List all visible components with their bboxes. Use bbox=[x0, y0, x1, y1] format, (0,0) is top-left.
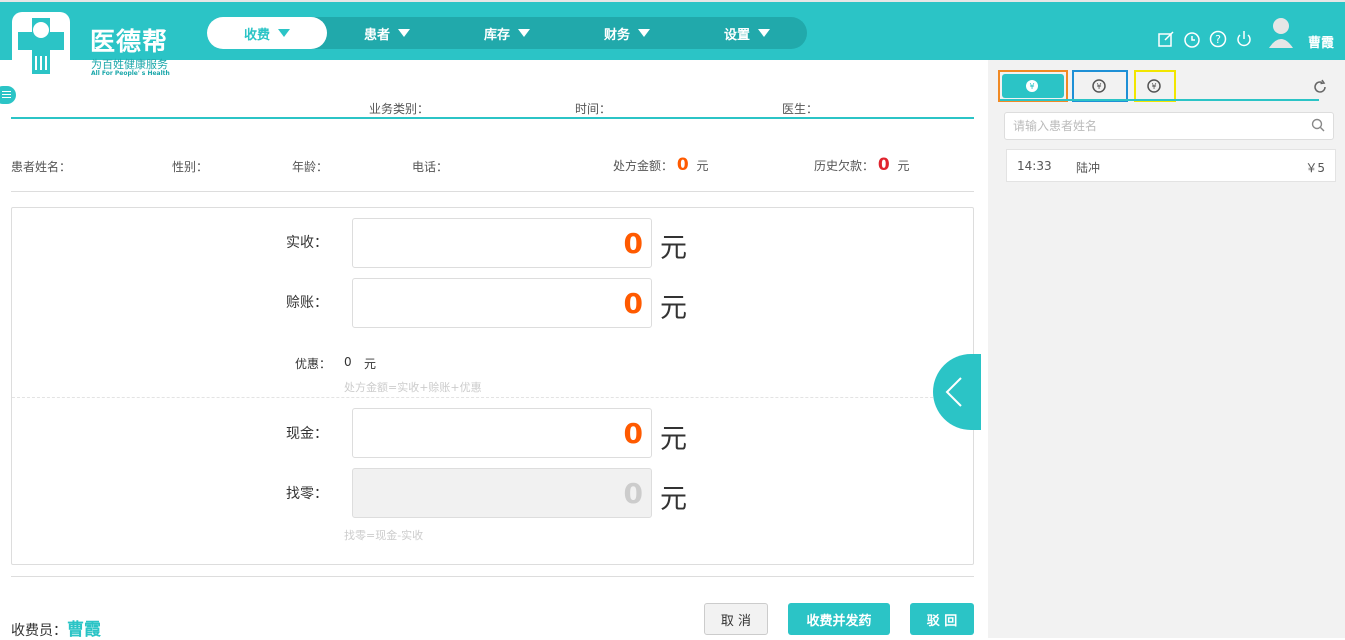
cash-label: 现金： bbox=[286, 426, 328, 442]
rx-amount-value: 0 bbox=[676, 155, 689, 175]
received-label: 实收： bbox=[286, 235, 328, 251]
divider bbox=[11, 117, 974, 119]
refresh-icon[interactable] bbox=[1312, 79, 1328, 95]
yuan-refund-icon: ¥ bbox=[1147, 79, 1161, 93]
charge-dispense-button[interactable]: 收费并发药 bbox=[788, 603, 890, 635]
history-debt: 历史欠款： 0 元 bbox=[814, 155, 910, 175]
help-icon[interactable]: ? bbox=[1209, 30, 1227, 48]
chevron-down-icon bbox=[518, 29, 530, 37]
yuan-clock-icon: ¥ bbox=[1026, 80, 1038, 92]
chevron-left-icon bbox=[945, 377, 962, 407]
change-label: 找零： bbox=[286, 486, 328, 502]
top-bar: 医德帮 收费 患者 库存 财务 设置 ? 曹霞 bbox=[0, 0, 1345, 82]
chevron-down-icon bbox=[398, 29, 410, 37]
record-amount: ￥5 bbox=[1305, 161, 1325, 175]
cash-unit: 元 bbox=[660, 424, 687, 455]
time-label: 时间： bbox=[575, 102, 612, 116]
nav-label: 财务 bbox=[603, 27, 630, 43]
chevron-down-icon bbox=[638, 29, 650, 37]
list-item[interactable]: 14:33 陆冲 ￥5 bbox=[1006, 149, 1336, 182]
change-input: 0 bbox=[352, 468, 652, 518]
svg-text:¥: ¥ bbox=[1151, 82, 1156, 91]
credit-input[interactable]: 0 bbox=[352, 278, 652, 328]
rx-amount-label: 处方金额： bbox=[613, 159, 674, 173]
discount-label: 优惠： bbox=[295, 357, 332, 371]
svg-text:¥: ¥ bbox=[1096, 82, 1101, 91]
main-panel: 业务类别： 时间： 医生： 患者姓名： 性别： 年龄： 电话： 处方金额： 0 … bbox=[0, 60, 988, 640]
reject-button[interactable]: 驳 回 bbox=[910, 603, 974, 635]
doctor-label: 医生： bbox=[782, 102, 819, 116]
discount-unit: 元 bbox=[364, 357, 377, 371]
record-name: 陆冲 bbox=[1076, 161, 1101, 175]
svg-text:¥: ¥ bbox=[1029, 82, 1034, 91]
credit-label: 赊账： bbox=[286, 295, 328, 311]
nav-patient[interactable]: 患者 bbox=[327, 17, 447, 49]
nav-finance[interactable]: 财务 bbox=[567, 17, 687, 49]
age-label: 年龄： bbox=[292, 160, 329, 174]
patient-name-label: 患者姓名： bbox=[11, 160, 72, 174]
nav-label: 设置 bbox=[723, 27, 750, 43]
nav-label: 库存 bbox=[483, 27, 510, 43]
payment-card: 实收： 0 元 赊账： 0 元 优惠： 0 元 处方金额=实收+赊账+优惠 现金… bbox=[11, 207, 981, 565]
received-input[interactable]: 0 bbox=[352, 218, 652, 268]
nav-settings[interactable]: 设置 bbox=[687, 17, 807, 49]
brand-name: 医德帮 bbox=[90, 27, 169, 56]
cash-input[interactable]: 0 bbox=[352, 408, 652, 458]
divider bbox=[11, 191, 974, 192]
nav-inventory[interactable]: 库存 bbox=[447, 17, 567, 49]
collapse-panel-button[interactable] bbox=[933, 354, 981, 430]
record-time: 14:33 bbox=[1017, 159, 1052, 173]
right-panel: ¥ ¥ ¥ 请输入患者姓名 14:33 陆冲 ￥5 bbox=[988, 60, 1345, 638]
svg-text:?: ? bbox=[1215, 33, 1221, 46]
nav-charge[interactable]: 收费 bbox=[207, 17, 327, 49]
phone-label: 电话： bbox=[412, 160, 449, 174]
clock-icon[interactable] bbox=[1183, 30, 1201, 48]
change-formula-hint: 找零=现金-实收 bbox=[344, 529, 424, 542]
formula-hint: 处方金额=实收+赊账+优惠 bbox=[344, 381, 482, 394]
yuan-check-icon: ¥ bbox=[1092, 79, 1106, 93]
search-icon[interactable] bbox=[1311, 118, 1325, 132]
tab-underline bbox=[1000, 99, 1319, 101]
top-icons: ? bbox=[1157, 30, 1253, 48]
power-icon[interactable] bbox=[1235, 30, 1253, 48]
tab-pending[interactable]: ¥ bbox=[998, 70, 1068, 102]
tab-refund[interactable]: ¥ bbox=[1134, 70, 1176, 102]
gender-label: 性别： bbox=[172, 160, 209, 174]
history-debt-value: 0 bbox=[877, 155, 890, 175]
dashed-divider bbox=[12, 397, 973, 398]
history-debt-label: 历史欠款： bbox=[814, 159, 875, 173]
cancel-button[interactable]: 取 消 bbox=[704, 603, 768, 635]
nav-label: 收费 bbox=[243, 27, 270, 43]
divider bbox=[11, 576, 974, 577]
avatar[interactable] bbox=[1267, 16, 1295, 48]
discount-value: 0 bbox=[344, 355, 352, 369]
chevron-down-icon bbox=[278, 29, 290, 37]
edit-icon[interactable] bbox=[1157, 30, 1175, 48]
main-nav: 收费 患者 库存 财务 设置 bbox=[207, 17, 807, 49]
rx-amount: 处方金额： 0 元 bbox=[613, 155, 709, 175]
username[interactable]: 曹霞 bbox=[1308, 32, 1334, 51]
nav-label: 患者 bbox=[363, 27, 390, 43]
received-unit: 元 bbox=[660, 233, 687, 264]
cashier: 收费员：曹霞 bbox=[11, 615, 101, 640]
change-unit: 元 bbox=[660, 484, 687, 515]
history-debt-unit: 元 bbox=[897, 159, 910, 173]
cashier-label: 收费员： bbox=[11, 623, 67, 639]
tab-charged[interactable]: ¥ bbox=[1072, 70, 1128, 102]
chevron-down-icon bbox=[758, 29, 770, 37]
rx-amount-unit: 元 bbox=[696, 159, 709, 173]
patient-search-input[interactable]: 请输入患者姓名 bbox=[1004, 112, 1334, 140]
cashier-name: 曹霞 bbox=[67, 620, 101, 640]
business-type-label: 业务类别： bbox=[369, 102, 430, 116]
credit-unit: 元 bbox=[660, 293, 687, 324]
